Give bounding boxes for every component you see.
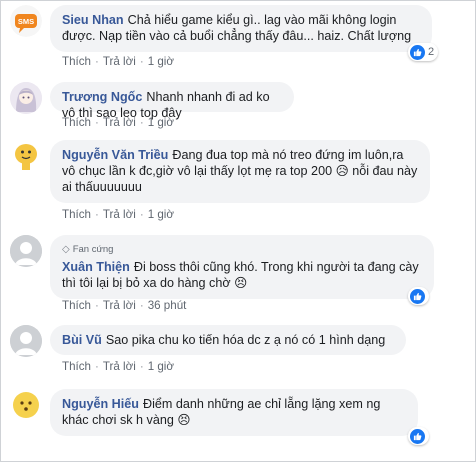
commenter-name[interactable]: Trương Ngốc: [62, 90, 142, 104]
reaction-summary[interactable]: [408, 427, 429, 445]
comment-actions: Thích · Trả lời · 1 giờ: [62, 116, 174, 129]
timestamp[interactable]: 1 giờ: [148, 208, 174, 221]
comment-bubble: Sieu Nhan Chả hiểu game kiểu gì.. lag vào…: [50, 5, 432, 52]
commenter-name[interactable]: Sieu Nhan: [62, 13, 124, 27]
comment-actions: Thích · Trả lời · 36 phút: [62, 299, 187, 312]
avatar[interactable]: [10, 235, 42, 267]
timestamp[interactable]: 1 giờ: [148, 55, 174, 68]
timestamp[interactable]: 1 giờ: [148, 360, 174, 373]
like-link[interactable]: Thích: [62, 208, 91, 221]
reply-link[interactable]: Trả lời: [103, 116, 136, 129]
comment-actions: Thích · Trả lời · 1 giờ: [62, 208, 174, 221]
reply-link[interactable]: Trả lời: [103, 299, 136, 312]
comment-bubble: ◇ Fan cứng Xuân Thiện Đi boss thôi cũng kh…: [50, 235, 434, 299]
reaction-summary[interactable]: [408, 287, 429, 305]
like-reaction-icon: [410, 428, 425, 444]
reply-link[interactable]: Trả lời: [103, 208, 136, 221]
comment-bubble: Bùi Vũ Sao pika chu ko tiến hóa dc z ạ nó…: [50, 325, 406, 355]
like-link[interactable]: Thích: [62, 360, 91, 373]
avatar[interactable]: [10, 140, 42, 172]
comment-text: Sao pika chu ko tiến hóa dc z ạ nó có 1 …: [105, 333, 386, 347]
reaction-summary[interactable]: 2: [408, 43, 439, 61]
emoji-icon: 😣: [234, 276, 248, 290]
avatar-logo-text: SMS: [18, 17, 34, 26]
fan-badge: ◇ Fan cứng: [62, 242, 422, 258]
like-reaction-icon: [410, 288, 425, 304]
like-link[interactable]: Thích: [62, 299, 91, 312]
timestamp[interactable]: 36 phút: [148, 299, 187, 312]
like-link[interactable]: Thích: [62, 55, 91, 68]
reply-link[interactable]: Trả lời: [103, 55, 136, 68]
avatar[interactable]: [10, 325, 42, 357]
timestamp[interactable]: 1 giờ: [148, 116, 174, 129]
reaction-count: 2: [428, 46, 435, 58]
comment-bubble: Nguyễn Hiếu Điểm danh những ae chỉ lẵng l…: [50, 389, 418, 436]
like-reaction-icon: [410, 44, 425, 60]
commenter-name[interactable]: Bùi Vũ: [62, 333, 102, 347]
reply-link[interactable]: Trả lời: [103, 360, 136, 373]
commenter-name[interactable]: Xuân Thiện: [62, 260, 130, 274]
diamond-icon: ◇: [62, 244, 70, 255]
comment-actions: Thích · Trả lời · 1 giờ: [62, 360, 174, 373]
comment-bubble: Nguyễn Văn Triều Đang đua top mà nó treo …: [50, 140, 430, 203]
emoji-icon: 😣: [177, 413, 191, 427]
comment-actions: Thích · Trả lời · 1 giờ: [62, 55, 174, 68]
commenter-name[interactable]: Nguyễn Văn Triều: [62, 148, 168, 162]
comment-bubble: Trương Ngốc Nhanh nhanh đi ad ko vô thì s…: [50, 82, 294, 120]
like-link[interactable]: Thích: [62, 116, 91, 129]
commenter-name[interactable]: Nguyễn Hiếu: [62, 397, 139, 411]
emoji-icon: 😥: [335, 164, 349, 178]
avatar[interactable]: [10, 389, 42, 421]
avatar[interactable]: SMS: [10, 5, 42, 37]
avatar[interactable]: [10, 82, 42, 114]
